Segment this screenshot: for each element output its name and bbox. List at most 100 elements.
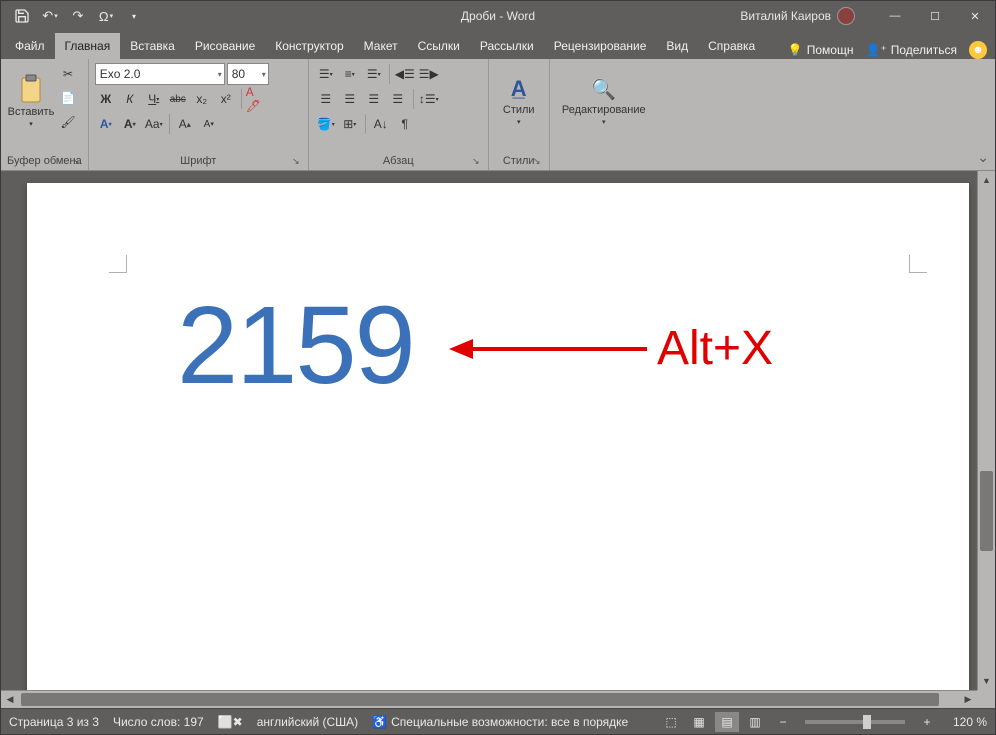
search-icon: 🔍 — [591, 77, 616, 102]
show-marks-button[interactable]: ¶ — [394, 113, 416, 135]
italic-button[interactable]: К — [119, 88, 141, 110]
zoom-level[interactable]: 120 % — [943, 715, 987, 729]
vertical-scrollbar[interactable]: ▲ ▼ — [977, 171, 995, 690]
tab-references[interactable]: Ссылки — [408, 33, 470, 59]
user-area[interactable]: Виталий Каиров — [740, 7, 855, 25]
collapse-ribbon-button[interactable]: ⌄ — [977, 149, 989, 166]
grow-font-button[interactable]: A▴ — [174, 113, 196, 135]
print-layout-button[interactable]: ▤ — [715, 712, 739, 732]
zoom-out-button[interactable]: − — [771, 712, 795, 732]
save-button[interactable] — [9, 3, 35, 29]
bold-button[interactable]: Ж — [95, 88, 117, 110]
align-center-button[interactable]: ☰ — [339, 88, 361, 110]
font-name-combo[interactable]: Exo 2.0▾ — [95, 63, 225, 85]
cut-button[interactable]: ✂ — [57, 63, 79, 85]
change-case-button[interactable]: Aa▾ — [143, 113, 165, 135]
subscript-button[interactable]: x₂ — [191, 88, 213, 110]
justify-button[interactable]: ☰ — [387, 88, 409, 110]
scroll-left-button[interactable]: ◀ — [1, 691, 19, 708]
page-status[interactable]: Страница 3 из 3 — [9, 715, 99, 729]
increase-indent-button[interactable]: ☰▶ — [418, 63, 440, 85]
line-spacing-button[interactable]: ↕☰▾ — [418, 88, 440, 110]
user-avatar[interactable] — [837, 7, 855, 25]
group-font: Exo 2.0▾ 80▾ Ж К Ч▾ abc x₂ x² A🖊 A▾ A▾ A… — [89, 59, 309, 170]
clipboard-launcher[interactable]: ↘ — [70, 156, 82, 168]
font-color-a-button[interactable]: A▾ — [95, 113, 117, 135]
copy-button[interactable]: 📄 — [57, 87, 79, 109]
horizontal-scrollbar[interactable]: ◀ ▶ — [1, 690, 977, 708]
quick-access-toolbar: ↶▾ ↷ Ω▾ ▾ — [1, 3, 147, 29]
title-bar: ↶▾ ↷ Ω▾ ▾ Дроби - Word Виталий Каиров ― … — [1, 1, 995, 31]
read-mode-button[interactable]: ▦ — [687, 712, 711, 732]
accessibility-status[interactable]: ♿Специальные возможности: все в порядке — [372, 715, 628, 729]
tab-file[interactable]: Файл — [5, 33, 55, 59]
tab-review[interactable]: Рецензирование — [544, 33, 657, 59]
ribbon-tabs: Файл Главная Вставка Рисование Конструкт… — [1, 31, 995, 59]
multilevel-button[interactable]: ☰▾ — [363, 63, 385, 85]
qat-customize-button[interactable]: ▾ — [121, 3, 147, 29]
font-launcher[interactable]: ↘ — [290, 156, 302, 168]
hscroll-thumb[interactable] — [21, 693, 939, 706]
close-button[interactable]: ✕ — [955, 1, 995, 31]
styles-launcher[interactable]: ↘ — [531, 156, 543, 168]
decrease-indent-button[interactable]: ◀☰ — [394, 63, 416, 85]
redo-button[interactable]: ↷ — [65, 3, 91, 29]
group-styles: A̲ Стили ▾ Стили↘ — [489, 59, 550, 170]
font-name-value: Exo 2.0 — [100, 67, 141, 81]
text-effects-button[interactable]: A🖊 — [246, 88, 268, 110]
zoom-in-button[interactable]: + — [915, 712, 939, 732]
maximize-button[interactable]: ☐ — [915, 1, 955, 31]
minimize-button[interactable]: ― — [875, 1, 915, 31]
styles-button[interactable]: A̲ Стили ▾ — [495, 63, 543, 139]
bullets-button[interactable]: ☰▾ — [315, 63, 337, 85]
numbering-button[interactable]: ≡▾ — [339, 63, 361, 85]
language-status[interactable]: английский (США) — [257, 715, 358, 729]
feedback-button[interactable]: ☻ — [969, 41, 987, 59]
superscript-button[interactable]: x² — [215, 88, 237, 110]
undo-button[interactable]: ↶▾ — [37, 3, 63, 29]
zoom-slider-thumb[interactable] — [863, 715, 871, 729]
strike-button[interactable]: abc — [167, 88, 189, 110]
underline-button[interactable]: Ч▾ — [143, 88, 165, 110]
shading-button[interactable]: 🪣▾ — [315, 113, 337, 135]
editing-button[interactable]: 🔍 Редактирование ▾ — [556, 63, 652, 139]
text-highlight-button[interactable]: A▾ — [119, 113, 141, 135]
focus-mode-button[interactable]: ⬚ — [659, 712, 683, 732]
paste-label: Вставить — [8, 106, 55, 118]
tell-me-button[interactable]: 💡Помощн — [788, 43, 854, 57]
document-text[interactable]: 2159 — [177, 291, 414, 401]
tab-design[interactable]: Конструктор — [265, 33, 353, 59]
sort-button[interactable]: A↓ — [370, 113, 392, 135]
paste-button[interactable]: Вставить ▾ — [7, 63, 55, 139]
share-button[interactable]: 👤⁺Поделиться — [865, 43, 957, 57]
paragraph-launcher[interactable]: ↘ — [470, 156, 482, 168]
margin-corner-tr — [909, 255, 927, 273]
tab-draw[interactable]: Рисование — [185, 33, 265, 59]
tab-layout[interactable]: Макет — [354, 33, 408, 59]
font-size-combo[interactable]: 80▾ — [227, 63, 269, 85]
format-painter-button[interactable]: 🖌 — [57, 111, 79, 133]
tab-mailings[interactable]: Рассылки — [470, 33, 544, 59]
tab-view[interactable]: Вид — [656, 33, 698, 59]
clipboard-icon — [18, 74, 44, 104]
shrink-font-button[interactable]: A▾ — [198, 113, 220, 135]
spellcheck-status[interactable]: ⬜✖ — [218, 715, 243, 729]
symbol-button[interactable]: Ω▾ — [93, 3, 119, 29]
scroll-right-button[interactable]: ▶ — [959, 691, 977, 708]
word-count[interactable]: Число слов: 197 — [113, 715, 204, 729]
align-left-button[interactable]: ☰ — [315, 88, 337, 110]
borders-button[interactable]: ⊞▾ — [339, 113, 361, 135]
web-layout-button[interactable]: ▥ — [743, 712, 767, 732]
arrow-icon — [447, 329, 657, 369]
scroll-up-button[interactable]: ▲ — [978, 171, 995, 189]
tab-help[interactable]: Справка — [698, 33, 765, 59]
tab-insert[interactable]: Вставка — [120, 33, 185, 59]
tab-home[interactable]: Главная — [55, 33, 121, 59]
document-page[interactable]: 2159 Alt+X — [27, 183, 969, 703]
font-group-label: Шрифт — [180, 155, 216, 167]
align-right-button[interactable]: ☰ — [363, 88, 385, 110]
zoom-slider[interactable] — [805, 720, 905, 724]
scroll-down-button[interactable]: ▼ — [978, 672, 995, 690]
group-clipboard: Вставить ▾ ✂ 📄 🖌 Буфер обмена↘ — [1, 59, 89, 170]
vscroll-thumb[interactable] — [980, 471, 993, 551]
